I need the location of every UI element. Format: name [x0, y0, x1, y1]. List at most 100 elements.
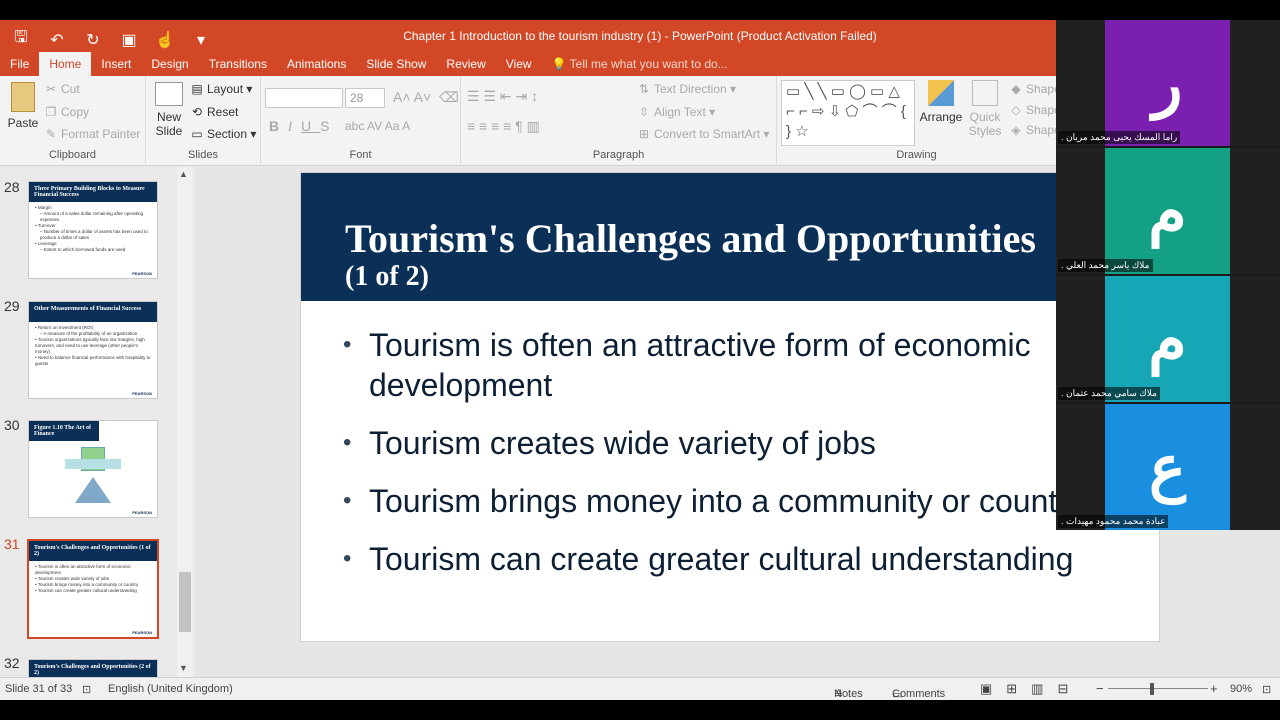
layout-button[interactable]: ▤ Layout ▾ — [190, 82, 252, 96]
slide-thumbnail[interactable]: Figure 1.10 The Art of Finance PEARSON — [28, 420, 158, 518]
text-effects-icons[interactable]: abc AV Aa A — [345, 119, 410, 133]
thumb-title: Figure 1.10 The Art of Finance — [29, 421, 99, 441]
scroll-up-icon[interactable]: ▲ — [179, 169, 188, 179]
align-text-button[interactable]: ⇳ Align Text ▾ — [637, 105, 715, 119]
zoom-slider[interactable] — [1108, 688, 1208, 689]
thumb-number: 30 — [4, 417, 20, 433]
thumb-title: Other Measurements of Financial Success — [29, 302, 157, 322]
shape-outline-button[interactable]: ◇ Shape — [1009, 103, 1060, 117]
pearson-logo: PEARSON — [132, 391, 152, 396]
tab-transitions[interactable]: Transitions — [199, 52, 277, 76]
text-direction-icon: ⇅ — [638, 82, 650, 96]
window-title: Chapter 1 Introduction to the tourism in… — [403, 29, 877, 43]
tab-review[interactable]: Review — [436, 52, 495, 76]
slide-thumbnails-pane: 28 Three Primary Building Blocks to Meas… — [0, 167, 196, 689]
zoom-level[interactable]: 90% — [1230, 683, 1252, 695]
smartart-icon: ⊞ — [638, 127, 650, 141]
thumbnails-scrollbar[interactable]: ▲ ▼ — [177, 167, 193, 677]
save-icon[interactable]: 🖫 — [10, 26, 32, 53]
format-painter-button[interactable]: ✎ Format Painter — [44, 127, 140, 141]
tab-animations[interactable]: Animations — [277, 52, 356, 76]
slide-thumbnail[interactable]: Three Primary Building Blocks to Measure… — [28, 181, 158, 279]
participant-name: ملاك سامي محمد عثمان . — [1058, 387, 1160, 400]
thumb-body: • Tourism is often an attractive form of… — [35, 564, 139, 593]
copy-button[interactable]: ❐ Copy — [44, 105, 89, 119]
bullet-item: Tourism creates wide variety of jobs — [343, 423, 1159, 463]
bullets-icon[interactable]: ☰ ☰ ⇤ ⇥ ↕ — [467, 88, 538, 105]
slide-title[interactable]: Tourism's Challenges and Opportunities — [345, 215, 1036, 262]
avatar: م — [1105, 148, 1230, 274]
shape-effects-button[interactable]: ◈ Shape — [1009, 123, 1060, 137]
zoom-out-button[interactable]: − — [1096, 681, 1104, 696]
pearson-logo: PEARSON — [132, 271, 152, 276]
paste-button[interactable]: Paste — [6, 82, 40, 130]
cut-button[interactable]: ✂ Cut — [44, 82, 80, 96]
convert-smartart-button[interactable]: ⊞ Convert to SmartArt ▾ — [637, 127, 769, 141]
touch-mode-icon[interactable]: ☝ — [154, 30, 176, 50]
language-indicator[interactable]: English (United Kingdom) — [108, 683, 233, 695]
font-name-box[interactable] — [265, 88, 343, 108]
scrollbar-thumb[interactable] — [179, 572, 191, 632]
increase-font-icon[interactable]: A˄ A˅ — [393, 89, 431, 105]
fit-to-window-icon[interactable]: ⊡ — [1262, 683, 1271, 696]
zoom-slider-thumb[interactable] — [1150, 683, 1154, 695]
undo-icon[interactable]: ↶ — [46, 30, 68, 50]
slide-header-band: Tourism's Challenges and Opportunities (… — [301, 173, 1159, 301]
fill-icon: ◆ — [1011, 82, 1021, 96]
drawing-label: Drawing — [896, 149, 937, 161]
bullet-item: Tourism can create greater cultural unde… — [343, 539, 1159, 579]
tab-insert[interactable]: Insert — [91, 52, 141, 76]
top-black-bar — [0, 0, 1280, 20]
shapes-gallery[interactable]: ▭ ╲ ╲ ▭ ◯ ▭ △ ⌐ ⌐ ⇨ ⇩ ⬠ ⌒ ⌒ { } ☆ — [781, 80, 915, 146]
reset-button[interactable]: ⟲ Reset — [190, 105, 238, 119]
participant-tile[interactable]: ع عبادة محمد محمود مهيدات . — [1056, 404, 1280, 530]
repeat-icon[interactable]: ↻ — [82, 30, 104, 50]
view-buttons[interactable]: ▣⊞▥⊟ — [980, 681, 1082, 697]
tell-me-search[interactable]: 💡 Tell me what you want to do... — [542, 52, 738, 76]
participant-tile[interactable]: م ملاك سامي محمد عثمان . — [1056, 276, 1280, 402]
current-slide[interactable]: Tourism's Challenges and Opportunities (… — [300, 172, 1160, 642]
customize-qat-icon[interactable]: ▾ — [190, 30, 212, 50]
font-size-box[interactable]: 28 — [345, 88, 385, 108]
font-label: Font — [349, 149, 372, 161]
spell-check-icon[interactable]: ⊡ — [82, 683, 91, 696]
slide-thumbnail-selected[interactable]: Tourism's Challenges and Opportunities (… — [27, 539, 159, 639]
scroll-down-icon[interactable]: ▼ — [179, 663, 188, 673]
participant-tile[interactable]: ر راما المسك يحيى محمد مريان . — [1056, 20, 1280, 146]
zoom-in-button[interactable]: + — [1210, 681, 1218, 696]
align-icons[interactable]: ≡ ≡ ≡ ≡ ¶ ▥ — [467, 118, 540, 135]
shape-fill-button[interactable]: ◆ Shape — [1009, 82, 1060, 96]
quick-styles-icon — [972, 80, 998, 106]
tab-design[interactable]: Design — [141, 52, 198, 76]
effects-icon: ◈ — [1011, 123, 1021, 137]
section-icon: ▭ — [191, 127, 203, 141]
thumb-title: Tourism's Challenges and Opportunities (… — [29, 541, 157, 561]
arrange-button[interactable]: Arrange — [919, 80, 963, 124]
lightbulb-icon: 💡 — [551, 57, 567, 71]
tab-file[interactable]: File — [0, 52, 39, 76]
slide-bullet-list[interactable]: Tourism is often an attractive form of e… — [343, 325, 1159, 597]
clear-formatting-icon[interactable]: ⌫ — [439, 89, 459, 106]
text-direction-button[interactable]: ⇅ Text Direction ▾ — [637, 82, 736, 96]
pearson-logo: PEARSON — [132, 630, 152, 635]
slide-subtitle[interactable]: (1 of 2) — [345, 261, 429, 293]
tab-view[interactable]: View — [496, 52, 542, 76]
thumb-body: • Return on Investment (ROI) – A measure… — [35, 325, 151, 366]
quick-access-toolbar: 🖫 ↶ ↻ ▣ ☝ ▾ — [10, 26, 212, 53]
tab-slide-show[interactable]: Slide Show — [356, 52, 436, 76]
tab-home[interactable]: Home — [39, 52, 92, 76]
reset-icon: ⟲ — [191, 105, 203, 119]
format-buttons-row[interactable]: BIUS — [269, 118, 338, 134]
slides-label: Slides — [188, 149, 218, 161]
participant-tile[interactable]: م ملاك ياسر محمد العلي . — [1056, 148, 1280, 274]
slides-group: New Slide ▤ Layout ▾ ⟲ Reset ▭ Section ▾ Sl… — [146, 76, 261, 164]
slideshow-from-start-icon[interactable]: ▣ — [118, 30, 140, 50]
quick-styles-button[interactable]: Quick Styles — [967, 80, 1003, 138]
outline-icon: ◇ — [1011, 103, 1021, 117]
section-button[interactable]: ▭ Section ▾ — [190, 127, 256, 141]
paragraph-label: Paragraph — [592, 149, 645, 161]
new-slide-button[interactable]: New Slide — [150, 82, 188, 138]
art-of-finance-figure — [63, 447, 125, 507]
bottom-black-bar — [0, 700, 1280, 720]
slide-thumbnail[interactable]: Other Measurements of Financial Success … — [28, 301, 158, 399]
